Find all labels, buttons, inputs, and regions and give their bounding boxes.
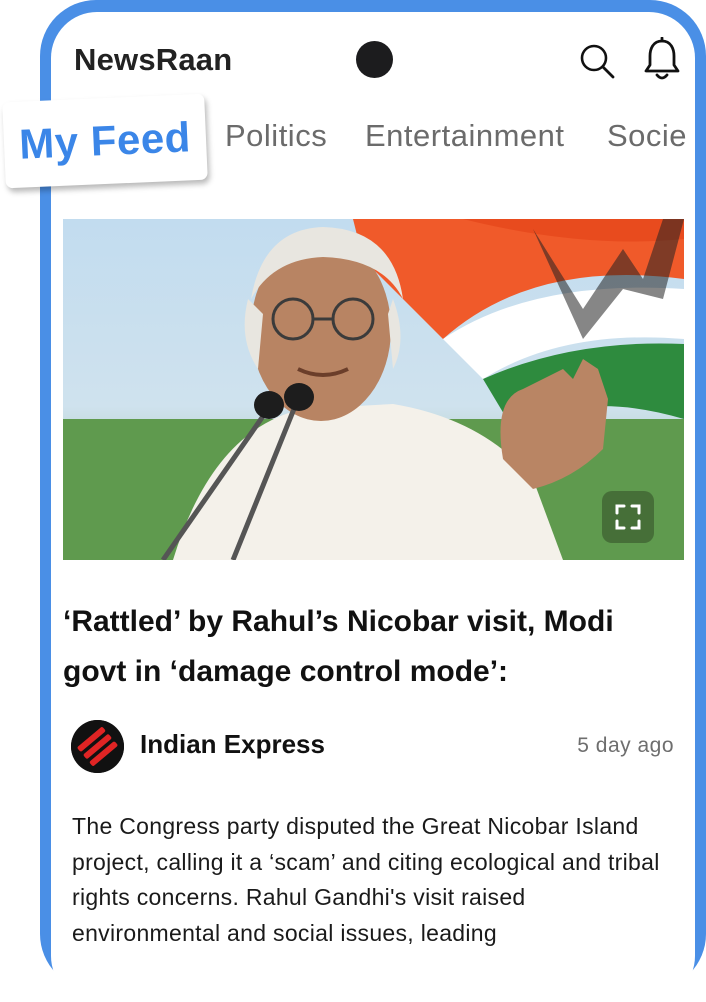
article-headline[interactable]: ‘Rattled’ by Rahul’s Nicobar visit, Modi… xyxy=(63,597,678,697)
tab-society[interactable]: Socie xyxy=(607,118,687,154)
expand-icon xyxy=(615,504,641,530)
app-title: NewsRaan xyxy=(74,42,233,77)
source-logo xyxy=(71,720,124,773)
camera-notch xyxy=(356,41,393,78)
article-summary: The Congress party disputed the Great Ni… xyxy=(72,813,660,946)
tab-my-feed[interactable]: My Feed xyxy=(2,93,208,189)
expand-image-button[interactable] xyxy=(602,491,654,543)
published-time: 5 day ago xyxy=(577,734,674,757)
tab-my-feed-label: My Feed xyxy=(18,113,192,168)
source-name[interactable]: Indian Express xyxy=(140,729,325,760)
tab-entertainment[interactable]: Entertainment xyxy=(365,118,565,154)
tab-politics[interactable]: Politics xyxy=(225,118,327,154)
bell-icon[interactable] xyxy=(642,37,682,81)
search-icon[interactable] xyxy=(578,42,616,80)
article-image[interactable] xyxy=(63,219,684,560)
